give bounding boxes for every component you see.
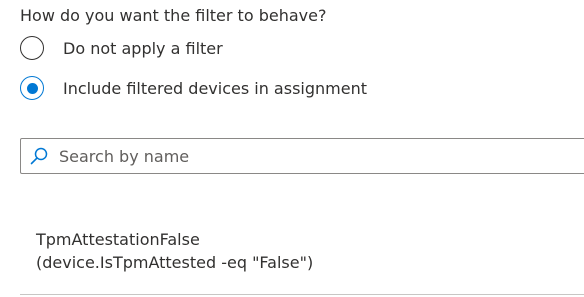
search-icon [29, 146, 49, 166]
radio-option-do-not-apply-filter[interactable]: Do not apply a filter [20, 33, 223, 63]
radio-button-unchecked[interactable] [20, 36, 44, 60]
radio-option-include-filtered-devices[interactable]: Include filtered devices in assignment [20, 73, 367, 103]
search-box[interactable] [20, 138, 584, 174]
radio-label-do-not-apply-filter: Do not apply a filter [63, 38, 223, 58]
search-input[interactable] [59, 146, 584, 166]
filter-behavior-question: How do you want the filter to behave? [20, 6, 327, 25]
radio-selected-dot [26, 82, 38, 94]
filter-rule: (device.IsTpmAttested -eq "False") [36, 253, 314, 272]
filter-name: TpmAttestationFalse [36, 230, 200, 249]
radio-button-checked[interactable] [20, 76, 44, 100]
filter-list-item[interactable]: TpmAttestationFalse (device.IsTpmAtteste… [36, 228, 313, 274]
radio-label-include-filtered-devices: Include filtered devices in assignment [63, 78, 367, 98]
list-divider [20, 294, 584, 295]
